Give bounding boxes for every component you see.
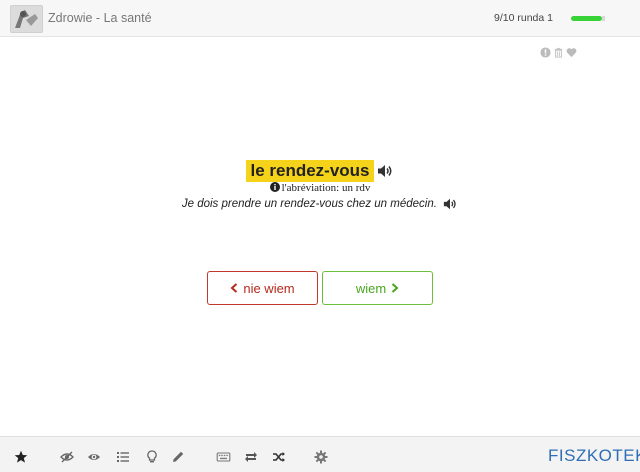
repeat-icon[interactable] [244,450,258,464]
dont-know-label: nie wiem [243,280,295,296]
progress-bar [541,14,605,21]
gear-icon[interactable] [314,450,328,464]
example-sentence: Je dois prendre un rendez-vous chez un m… [181,198,437,211]
info-icon[interactable] [540,45,551,58]
lightbulb-icon[interactable] [145,450,159,464]
fiszkoteka-logo[interactable]: FISZKOTEKA [548,446,640,466]
example-row: Je dois prendre un rendez-vous chez un m… [0,197,640,211]
bottom-toolbar: FISZKOTEKA [0,436,640,472]
speaker-icon[interactable] [442,197,458,211]
trash-icon[interactable] [553,45,564,58]
dont-know-button[interactable]: nie wiem [207,271,318,305]
top-bar: Zdrowie - La santé 9/10 runda 1 [0,0,640,37]
card-actions [540,44,577,58]
deck-thumbnail [10,5,43,33]
deck-title: Zdrowie - La santé [48,11,152,25]
speaker-icon[interactable] [376,163,394,179]
progress-fill [571,16,602,21]
pencil-icon[interactable] [171,450,185,464]
progress-remaining [602,16,605,21]
note-row: l'abréviation: un rdv [0,182,640,194]
star-icon[interactable] [14,450,28,464]
list-icon[interactable] [116,450,130,464]
keyboard-icon[interactable] [216,450,231,464]
flashcard-word: le rendez-vous [246,160,374,182]
shuffle-icon[interactable] [272,450,286,464]
heart-icon[interactable] [566,45,577,57]
chevron-left-icon [230,283,238,293]
eye-slash-icon[interactable] [60,450,74,464]
chevron-right-icon [392,283,399,293]
know-button[interactable]: wiem [322,271,433,305]
know-label: wiem [355,280,387,296]
eye-icon[interactable] [87,450,101,464]
word-row: le rendez-vous [0,160,640,182]
word-note: l'abréviation: un rdv [281,182,371,194]
info-circle-icon [269,182,280,192]
